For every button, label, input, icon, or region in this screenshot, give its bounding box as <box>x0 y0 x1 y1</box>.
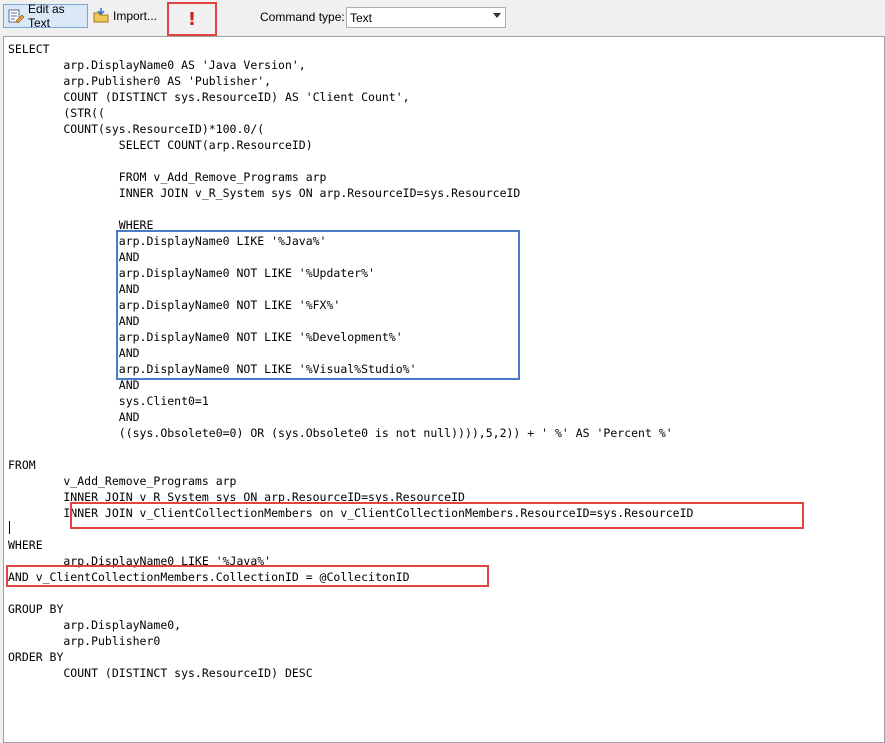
edit-as-text-icon <box>7 7 25 25</box>
text-caret <box>9 521 10 534</box>
chevron-down-icon <box>493 13 501 18</box>
command-type-select[interactable]: Text <box>346 7 506 28</box>
run-icon: ! <box>187 8 197 30</box>
query-editor[interactable]: SELECT arp.DisplayName0 AS 'Java Version… <box>3 36 885 743</box>
edit-as-text-label: Edit as Text <box>28 2 65 30</box>
toolbar: Edit as Text Import... ! Command type: T… <box>0 0 885 36</box>
run-button[interactable]: ! <box>167 2 217 36</box>
import-icon <box>92 7 110 25</box>
sql-query-text[interactable]: SELECT arp.DisplayName0 AS 'Java Version… <box>8 41 693 681</box>
command-type-value: Text <box>350 10 373 25</box>
command-type-label: Command type: <box>260 10 345 24</box>
edit-as-text-button[interactable]: Edit as Text <box>3 2 88 30</box>
import-label: Import... <box>113 9 158 23</box>
import-button[interactable]: Import... <box>90 4 162 28</box>
